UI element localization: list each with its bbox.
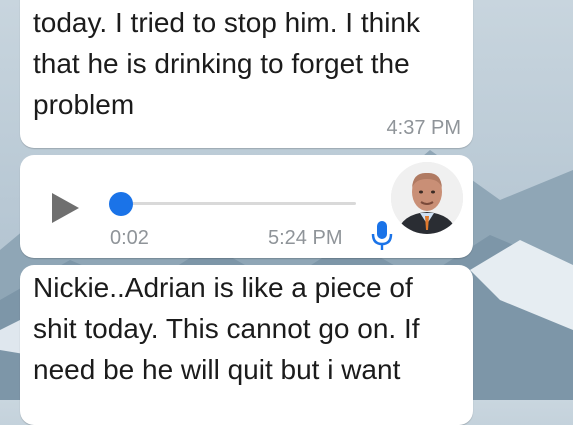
voice-duration: 0:02 bbox=[110, 227, 149, 249]
message-bubble[interactable]: today. I tried to stop him. I think that… bbox=[20, 0, 473, 148]
message-text: today. I tried to stop him. I think that… bbox=[33, 7, 420, 120]
play-icon[interactable] bbox=[52, 193, 79, 223]
voice-progress-track[interactable] bbox=[116, 202, 356, 205]
message-bubble[interactable]: Nickie..Adrian is like a piece of shit t… bbox=[20, 265, 473, 425]
voice-message-bubble[interactable]: 0:02 5:24 PM bbox=[20, 155, 473, 258]
message-timestamp: 4:37 PM bbox=[386, 117, 461, 139]
avatar[interactable] bbox=[391, 162, 463, 234]
message-text: Nickie..Adrian is like a piece of shit t… bbox=[33, 272, 420, 385]
voice-progress-knob[interactable] bbox=[109, 192, 133, 216]
mic-icon bbox=[371, 221, 393, 250]
message-timestamp: 5:24 PM bbox=[268, 227, 343, 249]
